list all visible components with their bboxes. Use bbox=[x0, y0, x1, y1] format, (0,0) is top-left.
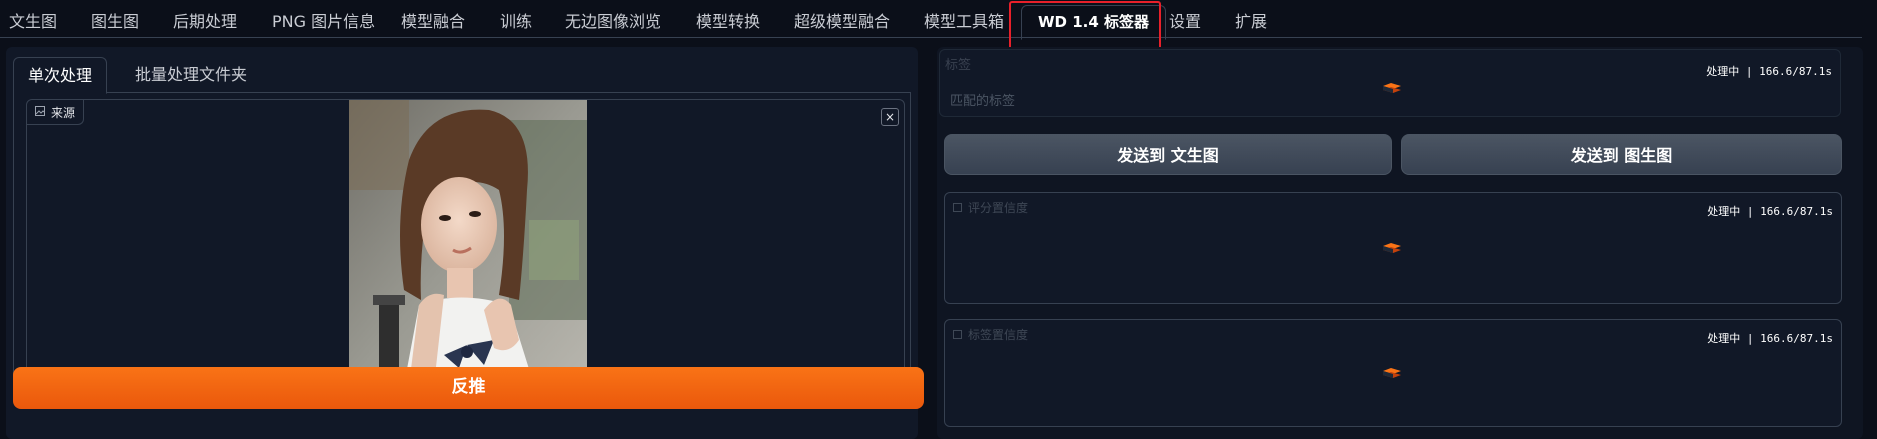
tags-output-block: 标签 处理中 | 166.6/87.1s 匹配的标签 bbox=[939, 49, 1841, 117]
main-tab-bar: 文生图 图生图 后期处理 PNG 图片信息 模型融合 训练 无边图像浏览 模型转… bbox=[0, 0, 1877, 42]
tab-batch-folder[interactable]: 批量处理文件夹 bbox=[121, 57, 261, 92]
tab-bar-divider bbox=[0, 37, 1862, 38]
source-label: 来源 bbox=[27, 100, 85, 125]
source-image-dropzone[interactable]: 来源 × bbox=[26, 99, 905, 386]
input-panel: 单次处理 批量处理文件夹 来源 × 反推 bbox=[6, 47, 924, 439]
loading-spinner-icon bbox=[1383, 243, 1401, 253]
tags-textarea[interactable]: 匹配的标签 bbox=[950, 90, 1015, 109]
rating-confidence-block: 评分置信度 处理中 | 166.6/87.1s bbox=[944, 192, 1842, 304]
mode-tab-bar: 单次处理 批量处理文件夹 bbox=[13, 57, 911, 94]
tags-processing-status: 处理中 | 166.6/87.1s bbox=[1706, 65, 1832, 78]
tab-single-process[interactable]: 单次处理 bbox=[13, 57, 108, 94]
loading-spinner-icon bbox=[1383, 368, 1401, 378]
tab-wd14-tagger[interactable]: WD 1.4 标签器 bbox=[1021, 5, 1167, 40]
source-image bbox=[349, 100, 587, 385]
source-label-text: 来源 bbox=[51, 105, 76, 120]
rating-processing-status: 处理中 | 166.6/87.1s bbox=[1707, 205, 1833, 218]
send-to-txt2img-button[interactable]: 发送到 文生图 bbox=[944, 134, 1392, 175]
output-panel: 标签 处理中 | 166.6/87.1s 匹配的标签 发送到 文生图 发送到 图… bbox=[937, 47, 1863, 439]
tags-label: 标签 bbox=[945, 58, 972, 73]
rating-confidence-label: 评分置信度 bbox=[953, 199, 1028, 216]
image-icon bbox=[35, 105, 45, 119]
interrogate-button[interactable]: 反推 bbox=[13, 367, 924, 409]
tag-confidence-label: 标签置信度 bbox=[953, 326, 1028, 343]
tag-confidence-block: 标签置信度 处理中 | 166.6/87.1s bbox=[944, 319, 1842, 427]
tag-confidence-processing-status: 处理中 | 166.6/87.1s bbox=[1707, 332, 1833, 345]
loading-spinner-icon bbox=[1383, 83, 1401, 93]
send-to-img2img-button[interactable]: 发送到 图生图 bbox=[1401, 134, 1842, 175]
label-icon bbox=[953, 328, 962, 342]
clear-image-button[interactable]: × bbox=[881, 108, 899, 126]
label-icon bbox=[953, 201, 962, 215]
